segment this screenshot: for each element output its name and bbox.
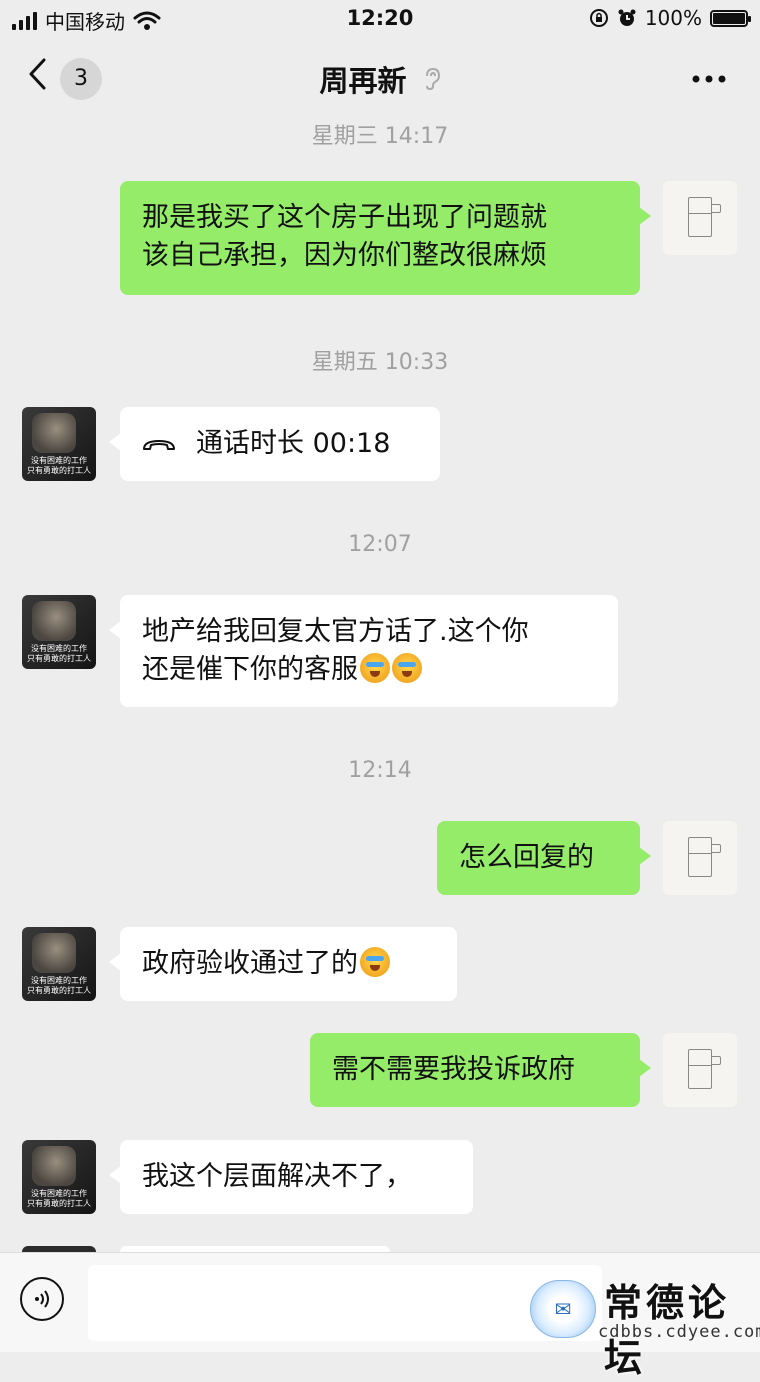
- voice-button[interactable]: [20, 1277, 64, 1321]
- battery-icon: [710, 9, 751, 27]
- fridge-icon: [688, 1049, 721, 1089]
- message-input[interactable]: [88, 1265, 602, 1341]
- message-text: 政府验收通过了的: [142, 948, 358, 979]
- message-text-line: 地产给我回复太官方话了.这个你: [142, 616, 529, 647]
- more-button[interactable]: [692, 56, 726, 91]
- avatar-caption: 没有困难的工作: [31, 976, 87, 985]
- battery-percent: 100%: [644, 6, 702, 30]
- friend-avatar[interactable]: 没有困难的工作 只有勇敢的打工人: [22, 595, 96, 669]
- more-icon: [692, 75, 726, 83]
- received-message-bubble[interactable]: 我这个层面解决不了，: [109, 1140, 473, 1214]
- my-avatar[interactable]: [663, 181, 737, 255]
- voice-icon: [35, 1290, 49, 1308]
- timestamp: 星期三 14:17: [311, 124, 449, 149]
- friend-avatar[interactable]: 没有困难的工作 只有勇敢的打工人: [22, 927, 96, 1001]
- alarm-icon: [618, 9, 636, 26]
- sent-message-bubble[interactable]: 那是我买了这个房子出现了问题就 该自己承担，因为你们整改很麻烦: [120, 181, 651, 295]
- timestamp: 12:07: [348, 532, 412, 557]
- fridge-icon: [688, 837, 721, 877]
- avatar-caption: 只有勇敢的打工人: [27, 654, 91, 663]
- logo-lettering: ✉: [554, 1297, 572, 1321]
- sent-message-bubble[interactable]: 怎么回复的: [437, 821, 651, 895]
- face-with-tears-of-joy-icon: [392, 653, 422, 683]
- avatar-caption: 只有勇敢的打工人: [27, 1199, 91, 1208]
- message-text-line: 该自己承担，因为你们整改很麻烦: [142, 240, 547, 271]
- timestamp: 12:14: [348, 758, 412, 783]
- friend-avatar[interactable]: 没有困难的工作 只有勇敢的打工人: [22, 407, 96, 481]
- watermark-url: cdbbs.cdyee.com: [598, 1322, 760, 1342]
- call-record-bubble[interactable]: 通话时长 00:18: [109, 407, 440, 481]
- status-bar: 中国移动 12:20 100%: [0, 0, 760, 38]
- received-message-bubble[interactable]: 政府验收通过了的: [109, 927, 457, 1001]
- received-message-bubble[interactable]: 地产给我回复太官方话了.这个你 还是催下你的客服: [109, 595, 618, 707]
- phone-hangup-icon: [143, 440, 175, 450]
- message-text: 怎么回复的: [459, 842, 594, 873]
- avatar-caption: 没有困难的工作: [31, 644, 87, 653]
- rotation-lock-icon: [589, 9, 608, 27]
- message-text-line: 那是我买了这个房子出现了问题就: [142, 202, 547, 233]
- chat-title: 周再新: [319, 64, 407, 98]
- message-text: 我这个层面解决不了，: [142, 1161, 412, 1192]
- avatar-caption: 只有勇敢的打工人: [27, 466, 91, 475]
- face-with-tears-of-joy-icon: [360, 947, 390, 977]
- avatar-caption: 没有困难的工作: [31, 456, 87, 465]
- ear-icon: [425, 67, 440, 91]
- sent-message-bubble[interactable]: 需不需要我投诉政府: [310, 1033, 651, 1107]
- face-with-tears-of-joy-icon: [360, 653, 390, 683]
- avatar-caption: 只有勇敢的打工人: [27, 986, 91, 995]
- timestamp: 星期五 10:33: [311, 350, 449, 375]
- my-avatar[interactable]: [663, 1033, 737, 1107]
- message-text: 需不需要我投诉政府: [332, 1054, 575, 1085]
- fridge-icon: [688, 197, 721, 237]
- forum-logo: ✉: [530, 1280, 596, 1338]
- avatar-caption: 没有困难的工作: [31, 1189, 87, 1198]
- call-duration: 通话时长 00:18: [196, 428, 391, 459]
- message-text-line: 还是催下你的客服: [142, 654, 358, 685]
- my-avatar[interactable]: [663, 821, 737, 895]
- friend-avatar[interactable]: 没有困难的工作 只有勇敢的打工人: [22, 1140, 96, 1214]
- chat-header: 3 周再新: [0, 42, 760, 112]
